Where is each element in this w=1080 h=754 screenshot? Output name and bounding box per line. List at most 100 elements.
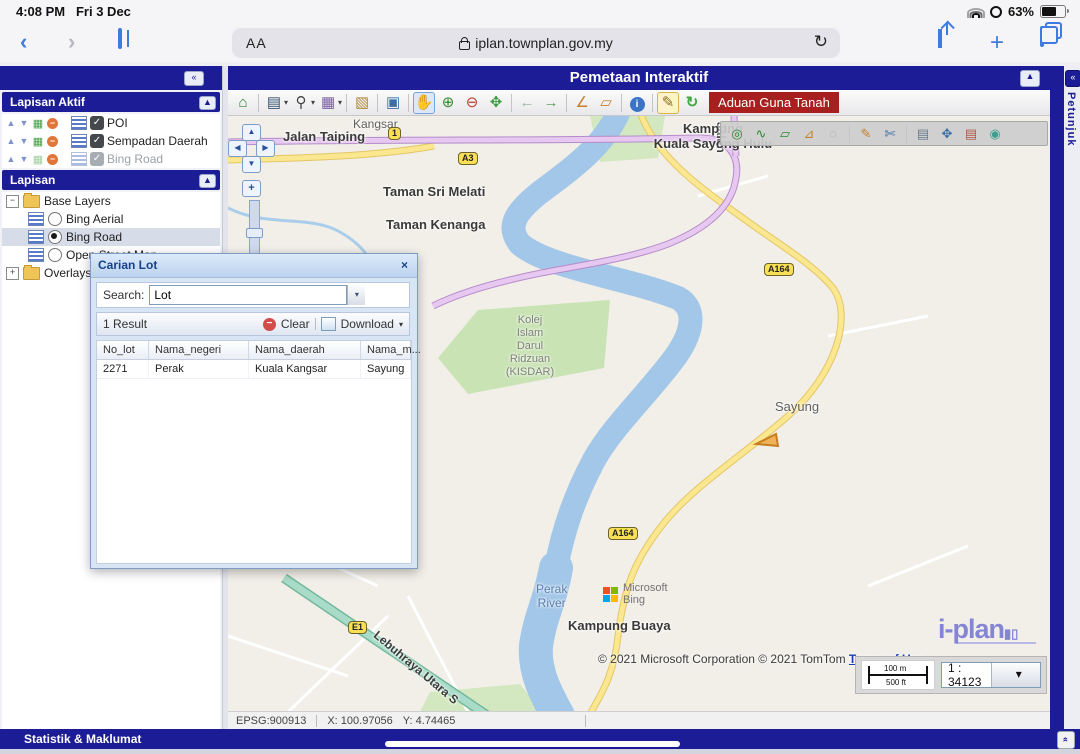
active-layers-header[interactable]: Lapisan Aktif ▲: [2, 92, 220, 112]
move-down-icon[interactable]: ▼: [19, 154, 29, 164]
expand-bottom-panel-button[interactable]: «: [1057, 731, 1075, 749]
full-extent-button[interactable]: ✥: [485, 92, 507, 114]
clear-button[interactable]: Clear: [281, 317, 310, 331]
collapse-left-panel-button[interactable]: «: [184, 71, 204, 86]
remove-layer-icon[interactable]: −: [47, 136, 58, 147]
search-combobox[interactable]: ▾: [149, 285, 365, 305]
info-button[interactable]: i: [626, 92, 648, 114]
address-bar[interactable]: AA iplan.townplan.gov.my ↻: [232, 28, 840, 58]
bookmarks-button[interactable]: [118, 30, 122, 48]
move-feature-icon[interactable]: ✥: [937, 124, 957, 144]
add-annotation-icon[interactable]: ▤: [913, 124, 933, 144]
layers-header[interactable]: Lapisan ▲: [2, 170, 220, 190]
layer-checkbox[interactable]: ✓: [90, 134, 104, 148]
legend-icon[interactable]: [71, 152, 87, 166]
collapse-header-button[interactable]: ▲: [1020, 70, 1040, 87]
zoom-in-button[interactable]: ⊕: [437, 92, 459, 114]
zoom-out-button[interactable]: ⊖: [461, 92, 483, 114]
expand-right-panel-button[interactable]: «: [1065, 70, 1080, 87]
print-caret-icon[interactable]: ▾: [284, 98, 288, 107]
next-extent-button[interactable]: →: [540, 92, 562, 114]
download-icon[interactable]: [321, 317, 336, 331]
move-down-icon[interactable]: ▼: [19, 136, 29, 146]
close-icon[interactable]: ×: [397, 258, 412, 273]
download-caret-icon[interactable]: ▾: [399, 320, 403, 329]
draw-line-icon[interactable]: ∿: [751, 124, 771, 144]
measure-area-button[interactable]: ▱: [595, 92, 617, 114]
aduan-guna-tanah-button[interactable]: Aduan Guna Tanah: [709, 92, 839, 113]
dialog-titlebar[interactable]: Carian Lot ×: [91, 254, 417, 278]
pan-right-button[interactable]: ▶: [256, 140, 275, 157]
column-header[interactable]: No_lot: [97, 341, 149, 359]
delete-annotation-icon[interactable]: ▤: [961, 124, 981, 144]
column-header[interactable]: Nama_m...: [361, 341, 411, 359]
globe-tool-icon[interactable]: ◉: [985, 124, 1005, 144]
back-button[interactable]: ‹: [20, 29, 27, 55]
select-feature-icon[interactable]: ◎: [727, 124, 747, 144]
draw-polygon-icon[interactable]: ▱: [775, 124, 795, 144]
tree-node-bing-aerial[interactable]: Bing Aerial: [2, 210, 220, 228]
clear-icon[interactable]: −: [263, 318, 276, 331]
tree-node-base-layers[interactable]: − Base Layers: [2, 192, 220, 210]
horizontal-scrollbar-thumb[interactable]: [385, 741, 680, 747]
attribute-table-icon[interactable]: ▦: [32, 135, 44, 148]
zoom-in-map-button[interactable]: +: [242, 180, 261, 197]
move-up-icon[interactable]: ▲: [6, 154, 16, 164]
petunjuk-tab[interactable]: Petunjuk: [1065, 92, 1077, 146]
result-count: 1 Result: [103, 317, 258, 331]
pan-up-button[interactable]: ▲: [242, 124, 261, 141]
pan-tool-button[interactable]: ✋: [413, 92, 435, 114]
collapse-node-icon[interactable]: −: [6, 195, 19, 208]
pan-left-button[interactable]: ◀: [228, 140, 247, 157]
clear-drawing-icon[interactable]: ◌: [823, 124, 843, 144]
column-header[interactable]: Nama_daerah: [249, 341, 361, 359]
pan-down-button[interactable]: ▼: [242, 156, 261, 173]
legend-icon[interactable]: [71, 116, 87, 130]
search-input[interactable]: [149, 285, 347, 305]
expand-node-icon[interactable]: +: [6, 267, 19, 280]
collapse-layers-button[interactable]: ▲: [199, 174, 216, 188]
save-map-button[interactable]: ▣: [382, 92, 404, 114]
layout-grid-button[interactable]: ▦: [317, 92, 339, 114]
home-button[interactable]: ⌂: [232, 92, 254, 114]
share-button[interactable]: [938, 29, 942, 47]
download-button[interactable]: Download: [341, 317, 394, 331]
landuse-complaint-map-button[interactable]: ✎: [657, 92, 679, 114]
sketch-pencil-icon[interactable]: ✎: [856, 124, 876, 144]
overview-map-button[interactable]: ▧: [351, 92, 373, 114]
baselayer-radio[interactable]: [48, 248, 62, 262]
move-up-icon[interactable]: ▲: [6, 118, 16, 128]
grid-caret-icon[interactable]: ▾: [338, 98, 342, 107]
attribute-table-icon[interactable]: ▦: [32, 117, 44, 130]
chevron-down-icon[interactable]: ▾: [347, 285, 365, 305]
table-row[interactable]: 2271 Perak Kuala Kangsar Sayung: [97, 360, 411, 379]
legend-icon[interactable]: [71, 134, 87, 148]
print-button[interactable]: ▤: [263, 92, 285, 114]
attribute-table-icon[interactable]: ▦: [32, 153, 44, 166]
chevron-down-icon[interactable]: ▾: [991, 663, 1041, 687]
baselayer-radio[interactable]: [48, 212, 62, 226]
reload-button[interactable]: ↻: [814, 32, 828, 52]
tabs-button[interactable]: [1040, 28, 1044, 46]
layer-checkbox[interactable]: ✓: [90, 116, 104, 130]
baselayer-radio-selected[interactable]: [48, 230, 62, 244]
new-tab-button[interactable]: +: [990, 29, 1004, 57]
collapse-active-layers-button[interactable]: ▲: [199, 96, 216, 110]
right-panel-strip: [1050, 66, 1064, 729]
zoom-tools-button[interactable]: ⚲: [290, 92, 312, 114]
remove-layer-icon[interactable]: −: [47, 118, 58, 129]
previous-extent-button[interactable]: ←: [516, 92, 538, 114]
split-feature-icon[interactable]: ✄: [880, 124, 900, 144]
remove-layer-icon[interactable]: −: [47, 154, 58, 165]
move-down-icon[interactable]: ▼: [19, 118, 29, 128]
forward-button[interactable]: ›: [68, 29, 75, 55]
refresh-button[interactable]: ↻: [681, 92, 703, 114]
measure-feature-icon[interactable]: ⊿: [799, 124, 819, 144]
zoom-caret-icon[interactable]: ▾: [311, 98, 315, 107]
move-up-icon[interactable]: ▲: [6, 136, 16, 146]
tree-node-bing-road[interactable]: Bing Road: [2, 228, 220, 246]
column-header[interactable]: Nama_negeri: [149, 341, 249, 359]
zoom-slider-thumb[interactable]: [246, 228, 263, 238]
scale-ratio-select[interactable]: 1 : 34123 ▾: [941, 662, 1041, 688]
measure-line-button[interactable]: ∠: [571, 92, 593, 114]
